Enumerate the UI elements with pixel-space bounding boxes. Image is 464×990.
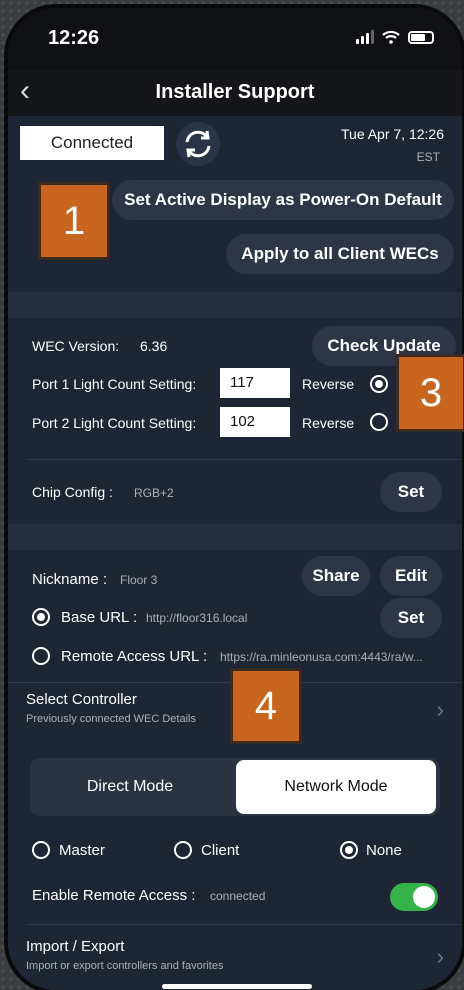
wec-version-label: WEC Version: (32, 338, 120, 354)
navigation-bar: ‹ Installer Support (8, 70, 462, 116)
port1-reverse-label: Reverse (302, 376, 355, 392)
status-icons (356, 30, 434, 44)
import-export-title: Import / Export (26, 938, 125, 955)
select-controller-subtitle: Previously connected WEC Details (26, 713, 196, 725)
base-url-value: http://floor316.local (146, 611, 248, 625)
annotation-marker-3: 3 (396, 354, 464, 432)
remote-url-radio[interactable] (32, 647, 50, 665)
chip-config-label: Chip Config : (32, 484, 113, 500)
port2-count-input[interactable]: 102 (220, 407, 290, 437)
wec-version-value: 6.36 (140, 338, 168, 354)
base-url-set-button[interactable]: Set (380, 598, 442, 638)
set-power-on-default-button[interactable]: Set Active Display as Power-On Default (112, 180, 454, 220)
chevron-right-icon: › (436, 944, 444, 969)
apply-to-all-clients-button[interactable]: Apply to all Client WECs (226, 234, 454, 274)
chip-config-value: RGB+2 (134, 486, 174, 500)
port1-count-input[interactable]: 117 (220, 368, 290, 398)
nickname-value: Floor 3 (120, 573, 158, 587)
remote-access-status: connected (210, 889, 266, 903)
connection-status-badge: Connected (20, 126, 164, 160)
none-radio[interactable] (340, 841, 358, 859)
direct-mode-tab[interactable]: Direct Mode (30, 758, 230, 816)
remote-access-toggle[interactable] (390, 883, 438, 911)
port2-label: Port 2 Light Count Setting: (32, 415, 197, 431)
network-mode-tab[interactable]: Network Mode (236, 760, 436, 814)
chevron-right-icon: › (436, 697, 444, 722)
timezone-display: EST (416, 150, 440, 164)
controller-section: Nickname : Floor 3 Share Edit Base URL :… (8, 550, 462, 990)
page-title: Installer Support (155, 81, 315, 103)
divider (28, 924, 462, 925)
home-indicator (162, 984, 312, 989)
client-radio[interactable] (174, 841, 192, 859)
chip-config-set-button[interactable]: Set (380, 472, 442, 512)
mode-segmented-control: Direct Mode Network Mode (30, 758, 440, 816)
annotation-marker-4: 4 (230, 668, 302, 744)
remote-url-value: https://ra.minleonusa.com:4443/ra/w... (220, 650, 423, 664)
import-export-subtitle: Import or export controllers and favorit… (26, 960, 224, 972)
none-label: None (366, 842, 402, 859)
sync-icon[interactable] (176, 122, 220, 166)
remote-url-label: Remote Access URL : (61, 648, 208, 665)
cellular-signal-icon (356, 30, 374, 44)
wec-settings-section: WEC Version: 6.36 Check Update Port 1 Li… (8, 318, 462, 524)
port2-reverse-radio[interactable] (370, 413, 388, 431)
divider (28, 459, 462, 460)
import-export-row[interactable]: Import / Export Import or export control… (8, 926, 462, 982)
master-label: Master (59, 842, 105, 859)
status-time: 12:26 (48, 27, 100, 49)
port1-label: Port 1 Light Count Setting: (32, 376, 197, 392)
nickname-label: Nickname : (32, 571, 108, 588)
date-display: Tue Apr 7, 12:26 (341, 126, 444, 142)
wifi-icon (382, 30, 400, 44)
battery-icon (408, 31, 434, 44)
section-divider (8, 292, 462, 318)
select-controller-title: Select Controller (26, 691, 137, 708)
annotation-marker-1: 1 (38, 182, 110, 260)
remote-access-label: Enable Remote Access : (32, 887, 196, 904)
port2-reverse-label: Reverse (302, 415, 355, 431)
edit-button[interactable]: Edit (380, 556, 442, 596)
phone-frame: 12:26 ‹ Installer Support Connected Tue … (4, 4, 464, 990)
master-radio[interactable] (32, 841, 50, 859)
status-bar: 12:26 (8, 8, 462, 70)
base-url-label: Base URL : (61, 609, 138, 626)
share-button[interactable]: Share (302, 556, 370, 596)
client-label: Client (201, 842, 240, 859)
base-url-radio[interactable] (32, 608, 50, 626)
section-divider (8, 524, 462, 550)
port1-reverse-radio[interactable] (370, 375, 388, 393)
